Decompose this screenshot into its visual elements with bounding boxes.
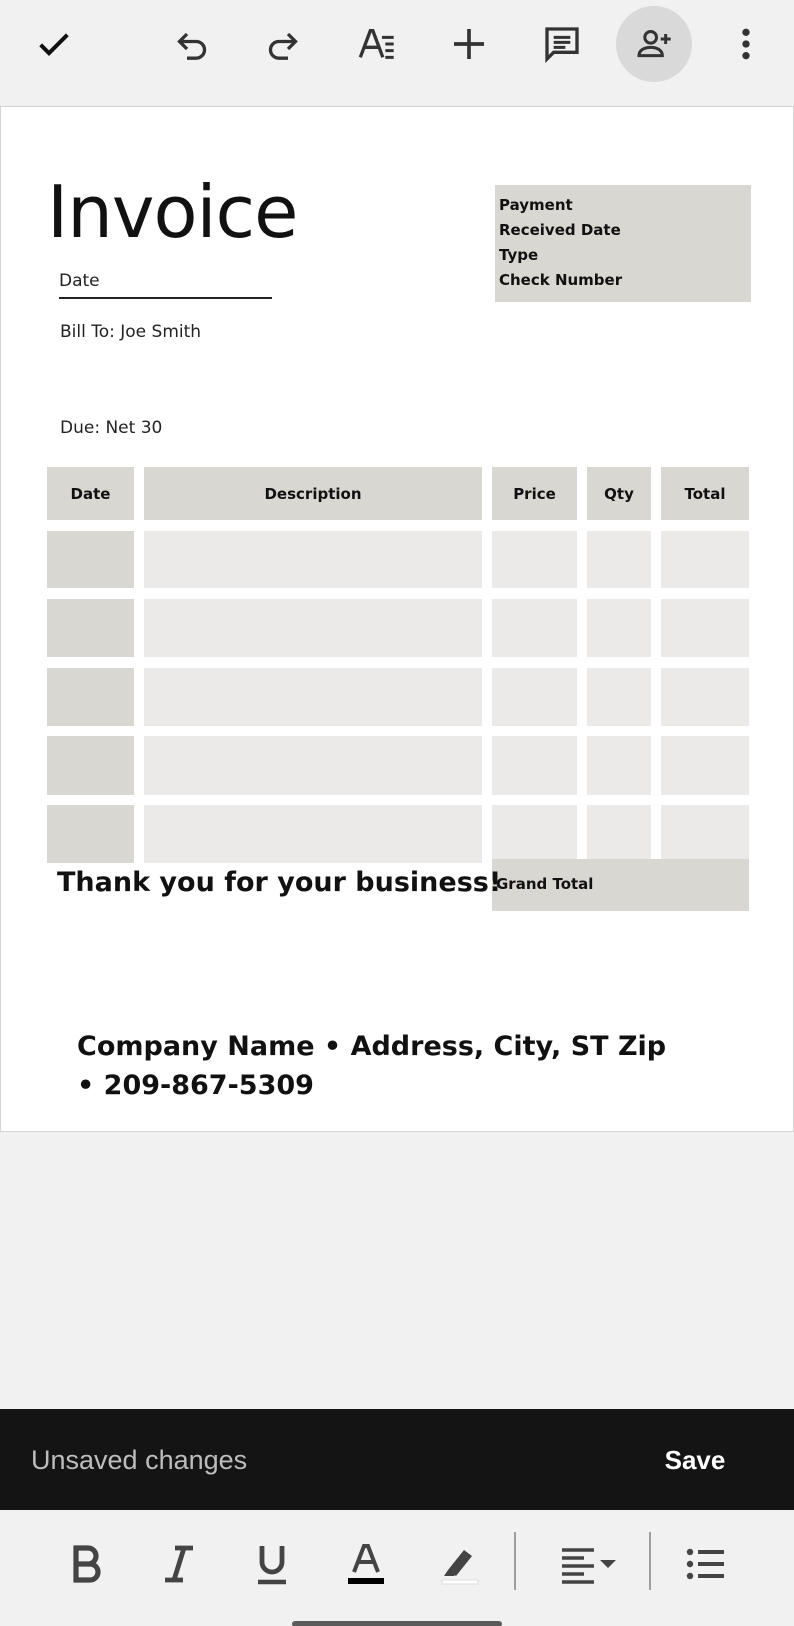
redo-icon[interactable] <box>245 6 321 82</box>
table-cell-date[interactable] <box>47 668 134 726</box>
undo-icon[interactable] <box>154 6 230 82</box>
text-format-icon[interactable] <box>339 6 415 82</box>
table-cell-description[interactable] <box>144 599 482 657</box>
table-cell-total[interactable] <box>661 531 749 588</box>
table-cell-description[interactable] <box>144 668 482 726</box>
payment-line: Payment <box>499 196 573 214</box>
table-header-description: Description <box>144 467 482 520</box>
type-line: Type <box>499 246 539 264</box>
table-cell-date[interactable] <box>47 736 134 795</box>
table-cell-price[interactable] <box>492 531 577 588</box>
italic-icon[interactable] <box>149 1536 209 1592</box>
bold-icon[interactable] <box>56 1536 116 1592</box>
table-cell-description[interactable] <box>144 736 482 795</box>
table-cell-price[interactable] <box>492 805 577 859</box>
toolbar-divider <box>514 1532 516 1590</box>
table-cell-description[interactable] <box>144 805 482 863</box>
bulleted-list-icon[interactable] <box>676 1536 736 1592</box>
text-color-icon[interactable] <box>336 1536 396 1592</box>
table-cell-price[interactable] <box>492 668 577 726</box>
table-cell-date[interactable] <box>47 805 134 863</box>
align-icon[interactable] <box>552 1536 624 1592</box>
table-cell-qty[interactable] <box>587 805 651 859</box>
home-indicator <box>292 1621 502 1626</box>
table-header-qty: Qty <box>587 467 651 520</box>
payment-box: Payment Received Date Type Check Number <box>495 185 751 302</box>
more-vert-icon[interactable] <box>708 6 784 82</box>
table-cell-total[interactable] <box>661 599 749 657</box>
table-cell-qty[interactable] <box>587 599 651 657</box>
bill-to-text: Bill To: Joe Smith <box>60 322 202 342</box>
table-header-date: Date <box>47 467 134 520</box>
table-cell-total[interactable] <box>661 736 749 795</box>
invoice-title: Invoice <box>47 170 298 254</box>
table-cell-qty[interactable] <box>587 668 651 726</box>
due-terms-text: Due: Net 30 <box>60 418 163 438</box>
format-toolbar <box>0 1510 794 1626</box>
table-cell-date[interactable] <box>47 531 134 588</box>
table-cell-date[interactable] <box>47 599 134 657</box>
save-button[interactable]: Save <box>640 1435 750 1485</box>
table-cell-total[interactable] <box>661 668 749 726</box>
highlight-icon[interactable] <box>430 1536 490 1592</box>
date-label: Date <box>59 271 100 291</box>
done-check-icon[interactable] <box>16 6 92 82</box>
comment-icon[interactable] <box>524 6 600 82</box>
check-number-line: Check Number <box>499 271 623 289</box>
toolbar-divider <box>649 1532 651 1590</box>
thank-you-text: Thank you for your business! <box>57 867 502 898</box>
unsaved-changes-snackbar: Unsaved changes Save <box>0 1409 794 1510</box>
table-header-price: Price <box>492 467 577 520</box>
date-underline <box>59 297 272 299</box>
received-date-line: Received Date <box>499 221 621 239</box>
underline-icon[interactable] <box>242 1536 302 1592</box>
insert-plus-icon[interactable] <box>431 6 507 82</box>
table-cell-qty[interactable] <box>587 736 651 795</box>
company-footer-text: Company Name • Address, City, ST Zip • 2… <box>77 1031 667 1101</box>
table-cell-description[interactable] <box>144 531 482 588</box>
top-toolbar <box>0 0 794 106</box>
docs-editor-screen: Invoice Date Bill To: Joe Smith Due: Net… <box>0 0 794 1626</box>
grand-total-cell: Grand Total <box>492 859 749 911</box>
table-header-total: Total <box>661 467 749 520</box>
table-cell-price[interactable] <box>492 736 577 795</box>
table-cell-qty[interactable] <box>587 531 651 588</box>
snackbar-message: Unsaved changes <box>31 1445 248 1475</box>
share-person-add-icon[interactable] <box>616 6 692 82</box>
table-cell-price[interactable] <box>492 599 577 657</box>
table-cell-total[interactable] <box>661 805 749 859</box>
document-page[interactable]: Invoice Date Bill To: Joe Smith Due: Net… <box>0 106 794 1132</box>
